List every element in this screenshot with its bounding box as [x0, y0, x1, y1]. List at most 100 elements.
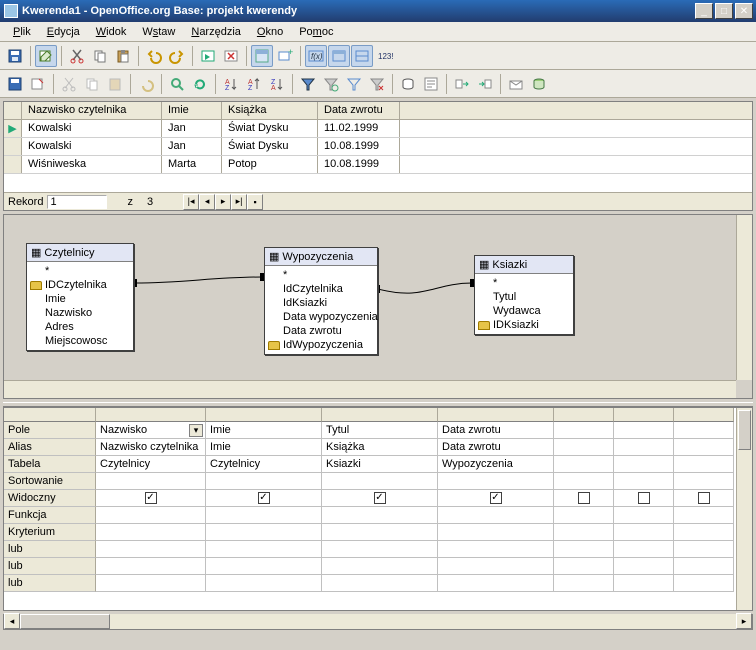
- results-cell[interactable]: Kowalski: [22, 120, 162, 137]
- menu-okno[interactable]: Okno: [250, 24, 290, 40]
- table-field[interactable]: Data zwrotu: [265, 324, 377, 338]
- design-cell[interactable]: [322, 473, 438, 490]
- design-cell[interactable]: Imie: [206, 422, 322, 439]
- visible-checkbox[interactable]: ✓: [258, 492, 270, 504]
- datasource-as-table-button[interactable]: [528, 73, 550, 95]
- cut-button[interactable]: [66, 45, 88, 67]
- design-cell[interactable]: [674, 524, 734, 541]
- results-col-imie[interactable]: Imie: [162, 102, 222, 119]
- design-cell[interactable]: [674, 575, 734, 592]
- design-col-selector[interactable]: [554, 408, 614, 422]
- design-cell[interactable]: [614, 439, 674, 456]
- table-field[interactable]: *: [475, 276, 573, 290]
- visible-checkbox[interactable]: ✓: [145, 492, 157, 504]
- design-cell[interactable]: [554, 490, 614, 507]
- design-cell[interactable]: ✓: [206, 490, 322, 507]
- minimize-button[interactable]: _: [695, 3, 713, 19]
- design-row-header[interactable]: lub: [4, 558, 96, 575]
- design-row-header[interactable]: Sortowanie: [4, 473, 96, 490]
- save-record-button[interactable]: [4, 73, 26, 95]
- design-vertical-scrollbar[interactable]: [736, 408, 752, 610]
- paste2-button[interactable]: [104, 73, 126, 95]
- apply-filter-button[interactable]: [320, 73, 342, 95]
- design-cell[interactable]: [554, 524, 614, 541]
- menu-pomoc[interactable]: Pomoc: [292, 24, 340, 40]
- design-cell[interactable]: [206, 575, 322, 592]
- design-cell[interactable]: [614, 473, 674, 490]
- design-col-selector[interactable]: [438, 408, 554, 422]
- edit-mode-button[interactable]: [35, 45, 57, 67]
- design-cell[interactable]: [614, 558, 674, 575]
- design-cell[interactable]: [322, 575, 438, 592]
- design-cell[interactable]: [206, 558, 322, 575]
- design-cell[interactable]: [554, 439, 614, 456]
- design-cell[interactable]: Nazwisko czytelnika: [96, 439, 206, 456]
- design-cell[interactable]: ✓: [322, 490, 438, 507]
- design-col-selector[interactable]: [322, 408, 438, 422]
- table-wypozyczenia[interactable]: ▦Wypozyczenia *IdCzytelnikaIdKsiazkiData…: [264, 247, 378, 355]
- nav-new-button[interactable]: ▪: [247, 194, 263, 210]
- design-cell[interactable]: [438, 558, 554, 575]
- results-col-ksiazka[interactable]: Książka: [222, 102, 318, 119]
- design-cell[interactable]: Czytelnicy: [206, 456, 322, 473]
- design-cell[interactable]: [554, 456, 614, 473]
- design-cell[interactable]: [206, 541, 322, 558]
- design-cell[interactable]: [438, 541, 554, 558]
- table-field[interactable]: Imie: [27, 292, 133, 306]
- menu-wstaw[interactable]: Wstaw: [135, 24, 182, 40]
- maximize-button[interactable]: □: [715, 3, 733, 19]
- menu-widok[interactable]: Widok: [89, 24, 134, 40]
- design-cell[interactable]: [322, 541, 438, 558]
- design-row-header[interactable]: Kryterium: [4, 524, 96, 541]
- clear-query-button[interactable]: [220, 45, 242, 67]
- undo2-button[interactable]: [135, 73, 157, 95]
- results-cell[interactable]: Potop: [222, 156, 318, 173]
- menu-narzedzia[interactable]: Narzędzia: [184, 24, 248, 40]
- table-ksiazki[interactable]: ▦Ksiazki *TytulWydawcaIDKsiazki: [474, 255, 574, 335]
- nav-next-button[interactable]: ▸: [215, 194, 231, 210]
- design-cell[interactable]: [96, 541, 206, 558]
- design-col-selector[interactable]: [96, 408, 206, 422]
- results-cell[interactable]: 10.08.1999: [318, 138, 400, 155]
- design-cell[interactable]: [554, 575, 614, 592]
- design-cell[interactable]: [206, 473, 322, 490]
- datasource-button[interactable]: [397, 73, 419, 95]
- results-row[interactable]: WiśniweskaMartaPotop10.08.1999: [4, 156, 752, 174]
- design-cell[interactable]: [674, 558, 734, 575]
- design-col-selector[interactable]: [674, 408, 734, 422]
- visible-checkbox[interactable]: ✓: [490, 492, 502, 504]
- row-selector[interactable]: [4, 156, 22, 173]
- run-query-button[interactable]: [197, 45, 219, 67]
- design-cell[interactable]: [614, 490, 674, 507]
- design-cell[interactable]: [614, 541, 674, 558]
- design-cell[interactable]: Wypozyczenia: [438, 456, 554, 473]
- results-cell[interactable]: 10.08.1999: [318, 156, 400, 173]
- design-row-header[interactable]: Tabela: [4, 456, 96, 473]
- explain-button[interactable]: [420, 73, 442, 95]
- relationships-panel[interactable]: ▦Czytelnicy *IDCzytelnikaImieNazwiskoAdr…: [3, 214, 753, 399]
- table-field[interactable]: *: [27, 264, 133, 278]
- cut2-button[interactable]: [58, 73, 80, 95]
- paste-button[interactable]: [112, 45, 134, 67]
- table-field[interactable]: IDKsiazki: [475, 318, 573, 332]
- results-cell[interactable]: Świat Dysku: [222, 138, 318, 155]
- results-cell[interactable]: 11.02.1999: [318, 120, 400, 137]
- design-cell[interactable]: [96, 558, 206, 575]
- design-col-selector[interactable]: [614, 408, 674, 422]
- design-row-header[interactable]: Widoczny: [4, 490, 96, 507]
- design-cell[interactable]: [96, 575, 206, 592]
- design-cell[interactable]: [554, 558, 614, 575]
- sort-asc-button[interactable]: AZ: [243, 73, 265, 95]
- table-name-button[interactable]: [328, 45, 350, 67]
- nav-prev-button[interactable]: ◂: [199, 194, 215, 210]
- table-field[interactable]: Tytul: [475, 290, 573, 304]
- results-cell[interactable]: Jan: [162, 120, 222, 137]
- mail-merge-button[interactable]: [505, 73, 527, 95]
- design-cell[interactable]: [96, 524, 206, 541]
- refresh-button[interactable]: [189, 73, 211, 95]
- design-cell[interactable]: [322, 558, 438, 575]
- design-cell[interactable]: [554, 507, 614, 524]
- results-cell[interactable]: Jan: [162, 138, 222, 155]
- data-to-fields-button[interactable]: [474, 73, 496, 95]
- table-field[interactable]: Miejscowosc: [27, 334, 133, 348]
